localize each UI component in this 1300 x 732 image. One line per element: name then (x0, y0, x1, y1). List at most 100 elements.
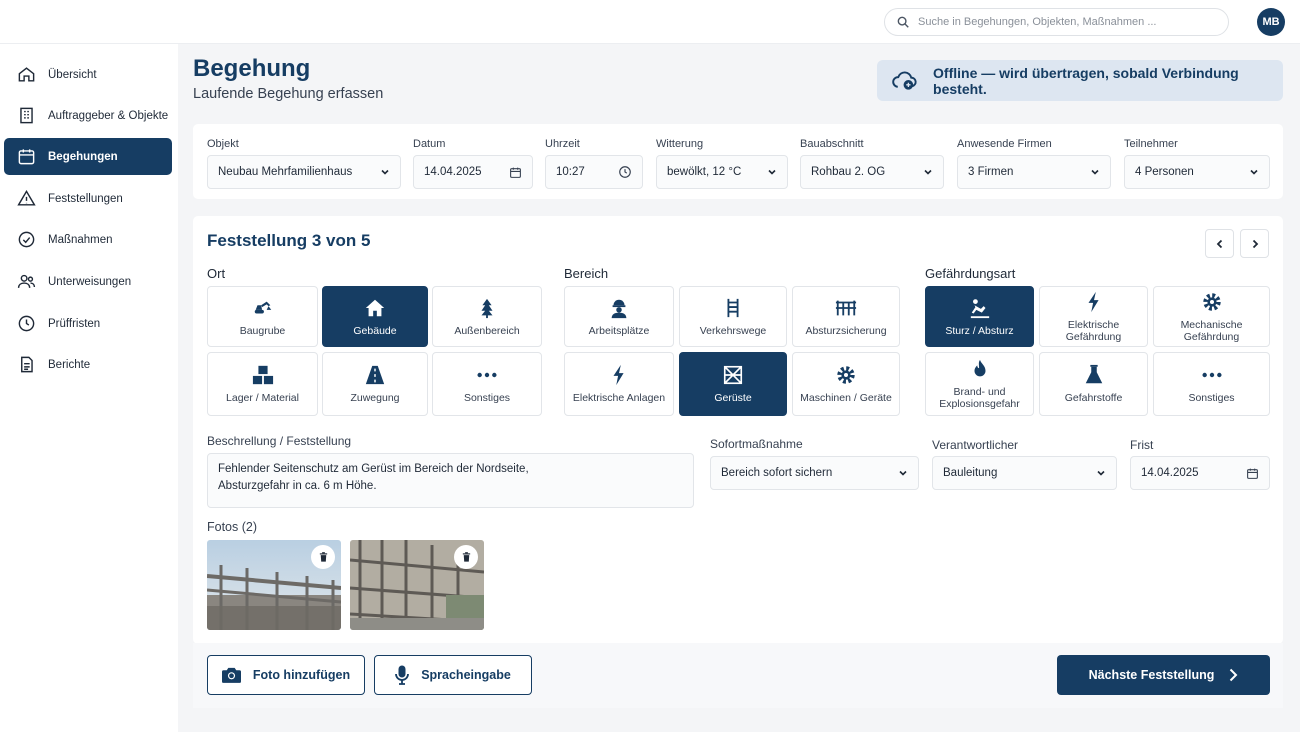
sidebar-item-label: Auftraggeber & Objekte (48, 109, 169, 122)
sidebar-item-label: Übersicht (48, 68, 97, 81)
warning-icon (17, 189, 36, 206)
photo-thumbnail[interactable] (207, 540, 341, 630)
avatar[interactable]: MB (1257, 8, 1285, 36)
next-finding-arrow-button[interactable] (1240, 229, 1269, 258)
chevron-down-icon (899, 470, 907, 476)
verantwortlich-value: Bauleitung (943, 467, 998, 479)
delete-photo-button[interactable] (311, 545, 335, 569)
sidebar-item-uebersicht[interactable]: Übersicht (4, 56, 172, 93)
bereich-option-maschinen[interactable]: Maschinen / Geräte (792, 352, 900, 416)
sidebar-item-label: Maßnahmen (48, 233, 113, 246)
ort-option-baugrube[interactable]: Baugrube (207, 286, 318, 347)
chevron-right-icon (1230, 668, 1238, 682)
ort-option-sonstiges[interactable]: Sonstiges (432, 352, 542, 416)
ort-option-gebaeude[interactable]: Gebäude (322, 286, 428, 347)
frist-label: Frist (1130, 438, 1154, 452)
building-icon (20, 107, 33, 124)
sidebar-item-label: Unterweisungen (48, 275, 132, 288)
search-icon (897, 16, 909, 28)
sidebar-item-unterweisungen[interactable]: Unterweisungen (4, 263, 172, 300)
verantwortlich-label: Verantwortlicher (932, 438, 1019, 452)
sidebar-item-prueffristen[interactable]: Prüffristen (4, 305, 172, 342)
teilnehmer-select[interactable]: 4 Personen (1124, 155, 1270, 189)
bereich-option-verkehrswege[interactable]: Verkehrswege (679, 286, 787, 347)
tile-label: Brand- und Explosionsgefahr (939, 386, 1020, 410)
chevron-down-icon (1250, 169, 1258, 175)
sidebar-item-massnahmen[interactable]: Maßnahmen (4, 221, 172, 258)
delete-photo-button[interactable] (454, 545, 478, 569)
excavator-icon (254, 301, 271, 313)
bereich-option-elektrische-anlagen[interactable]: Elektrische Anlagen (564, 352, 674, 416)
datum-field[interactable]: 14.04.2025 (413, 155, 533, 189)
next-finding-button[interactable]: Nächste Feststellung (1057, 655, 1270, 695)
tile-label: Sturz / Absturz (945, 324, 1014, 337)
uhrzeit-field[interactable]: 10:27 (545, 155, 643, 189)
more-icon (1201, 372, 1222, 378)
tile-label: Sonstiges (463, 392, 511, 404)
scaffold-icon (723, 365, 743, 385)
add-photo-button[interactable]: Foto hinzufügen (207, 655, 365, 695)
objekt-select[interactable]: Neubau Mehrfamilienhaus (207, 155, 401, 189)
sidebar-item-auftraggeber[interactable]: Auftraggeber & Objekte (4, 97, 172, 134)
chevron-left-icon (1216, 239, 1222, 248)
lightning-icon (1088, 291, 1099, 312)
tile-label: Absturzsicherung (805, 324, 887, 337)
sidebar-item-begehungen[interactable]: Begehungen (4, 138, 172, 175)
road-icon (365, 365, 385, 385)
sofort-value: Bereich sofort sichern (721, 467, 833, 479)
flame-icon (974, 359, 985, 377)
bauabschnitt-value: Rohbau 2. OG (811, 166, 886, 178)
beschreibung-value: Fehlender Seitenschutz am Gerüst im Bere… (218, 463, 529, 492)
frist-value: 14.04.2025 (1141, 467, 1199, 479)
gefaehrdung-option-elektrisch[interactable]: Elektrische Gefährdung (1039, 286, 1148, 347)
tile-label: Maschinen / Geräte (800, 392, 892, 404)
beschreibung-textarea[interactable]: Fehlender Seitenschutz am Gerüst im Bere… (207, 453, 694, 508)
bereich-option-gerueste[interactable]: Gerüste (679, 352, 787, 416)
check-circle-icon (18, 231, 35, 248)
sidebar-item-berichte[interactable]: Berichte (4, 346, 172, 383)
sidebar-item-label: Feststellungen (48, 192, 123, 205)
gefaehrdung-option-gefahrstoffe[interactable]: Gefahrstoffe (1039, 352, 1148, 416)
gefaehrdung-option-mechanisch[interactable]: Mechanische Gefährdung (1153, 286, 1270, 347)
beschreibung-label: Beschrellung / Feststellung (207, 434, 352, 448)
voice-input-label: Spracheingabe (421, 668, 511, 682)
ort-option-lager[interactable]: Lager / Material (207, 352, 318, 416)
frist-field[interactable]: 14.04.2025 (1130, 456, 1270, 490)
bauabschnitt-select[interactable]: Rohbau 2. OG (800, 155, 944, 189)
verantwortlich-select[interactable]: Bauleitung (932, 456, 1117, 490)
calendar-icon (510, 167, 521, 178)
gefaehrdung-option-brand[interactable]: Brand- und Explosionsgefahr (925, 352, 1034, 416)
firmen-select[interactable]: 3 Firmen (957, 155, 1111, 189)
camera-icon (221, 667, 241, 683)
page-subtitle: Laufende Begehung erfassen (193, 86, 384, 102)
tile-label: Gefahrstoffe (1064, 392, 1123, 404)
sidebar-item-feststellungen[interactable]: Feststellungen (4, 180, 172, 217)
sidebar-item-label: Begehungen (48, 150, 118, 163)
chevron-down-icon (381, 169, 389, 175)
prev-finding-button[interactable] (1205, 229, 1234, 258)
voice-input-button[interactable]: Spracheingabe (374, 655, 532, 695)
clock-icon (619, 166, 631, 178)
ort-option-zuwegung[interactable]: Zuwegung (322, 352, 428, 416)
calendar-icon (1247, 468, 1258, 479)
gefaehrdung-option-sturz[interactable]: Sturz / Absturz (925, 286, 1034, 347)
bereich-option-absturzsicherung[interactable]: Absturzsicherung (792, 286, 900, 347)
gefaehrdung-option-sonstiges[interactable]: Sonstiges (1153, 352, 1270, 416)
next-finding-label: Nächste Feststellung (1088, 668, 1215, 682)
objekt-value: Neubau Mehrfamilienhaus (218, 166, 353, 178)
search-input[interactable]: Suche in Begehungen, Objekten, Maßnahmen… (918, 16, 1157, 28)
bereich-option-arbeitsplaetze[interactable]: Arbeitsplätze (564, 286, 674, 347)
sofort-select[interactable]: Bereich sofort sichern (710, 456, 919, 490)
search-box[interactable]: Suche in Begehungen, Objekten, Maßnahmen… (884, 8, 1229, 36)
sidebar: Übersicht Auftraggeber & Objekte Begehun… (0, 44, 178, 732)
ort-label: Ort (207, 266, 226, 281)
photo-thumbnail[interactable] (350, 540, 484, 630)
sidebar-item-label: Prüffristen (48, 317, 101, 330)
fotos-label: Fotos (2) (207, 520, 258, 534)
trash-icon (462, 552, 470, 562)
teilnehmer-value: 4 Personen (1135, 166, 1194, 178)
ort-option-aussenbereich[interactable]: Außenbereich (432, 286, 542, 347)
sofort-label: Sofortmaßnahme (710, 437, 803, 451)
chevron-down-icon (1091, 169, 1099, 175)
witterung-select[interactable]: bewölkt, 12 °C (656, 155, 788, 189)
